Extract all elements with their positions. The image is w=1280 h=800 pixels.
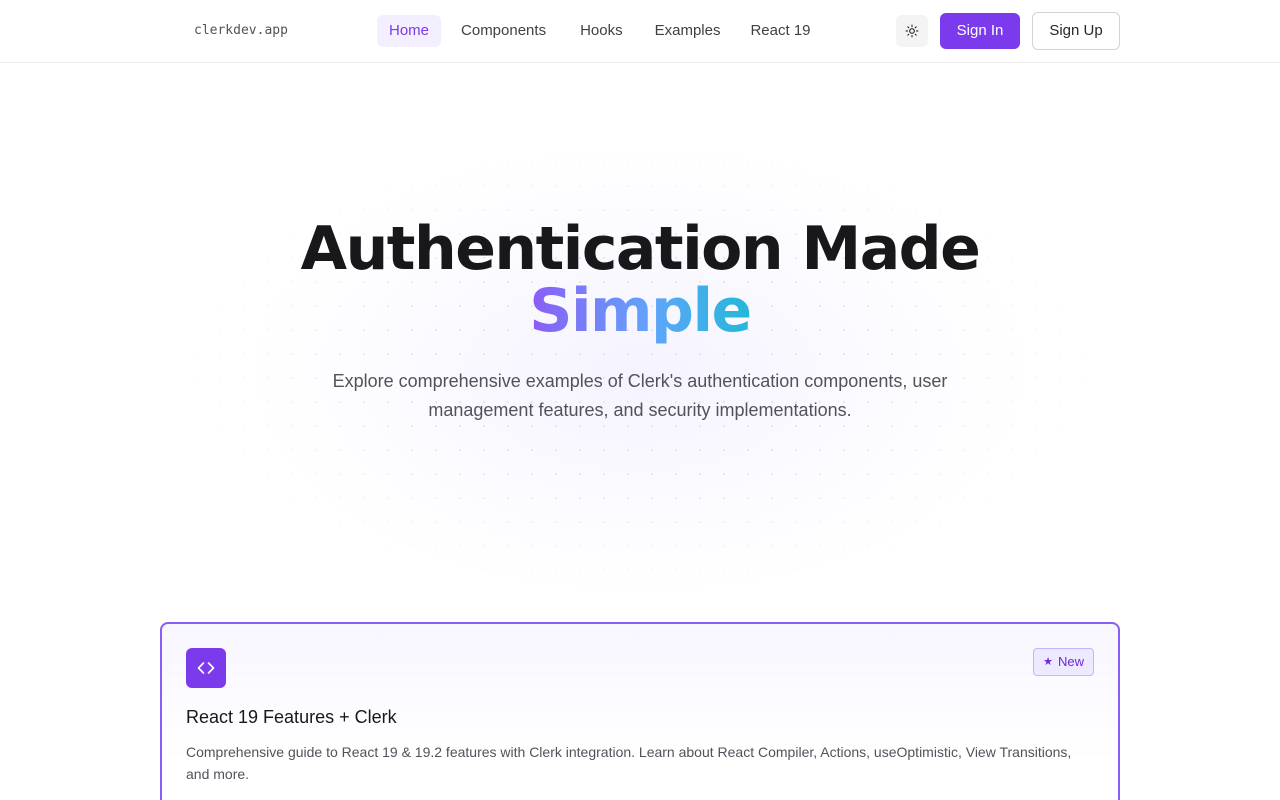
hero-title: Authentication Made Simple bbox=[0, 218, 1280, 342]
hero-title-line1: Authentication Made bbox=[300, 214, 981, 284]
sign-in-button[interactable]: Sign In bbox=[940, 13, 1020, 49]
sign-up-button[interactable]: Sign Up bbox=[1032, 12, 1120, 50]
sun-icon bbox=[905, 24, 919, 38]
nav-item-components[interactable]: Components bbox=[445, 15, 562, 47]
code-icon bbox=[197, 662, 215, 674]
main-nav: Home Components Hooks Examples React 19 bbox=[377, 15, 823, 47]
hero-dot-pattern bbox=[160, 126, 1120, 606]
hero-title-highlight: Simple bbox=[529, 276, 752, 346]
card-icon-box bbox=[186, 648, 226, 688]
card-description: Comprehensive guide to React 19 & 19.2 f… bbox=[186, 744, 1072, 782]
site-logo[interactable]: clerkdev.app bbox=[194, 23, 288, 38]
badge-label: New bbox=[1057, 654, 1084, 669]
nav-item-home[interactable]: Home bbox=[377, 15, 442, 47]
card-title: React 19 Features + Clerk bbox=[186, 707, 397, 727]
hero-subtitle: Explore comprehensive examples of Clerk'… bbox=[332, 371, 948, 420]
new-badge: ★ New bbox=[1033, 648, 1094, 676]
nav-item-react-19[interactable]: React 19 bbox=[738, 15, 822, 47]
feature-card-react-19[interactable]: ★ New React 19 Features + Clerk Comprehe… bbox=[160, 622, 1120, 800]
star-icon: ★ bbox=[1043, 656, 1053, 668]
nav-item-examples[interactable]: Examples bbox=[641, 15, 735, 47]
theme-toggle-button[interactable] bbox=[896, 15, 928, 47]
top-header: clerkdev.app Home Components Hooks Examp… bbox=[0, 0, 1280, 63]
nav-item-hooks[interactable]: Hooks bbox=[566, 15, 637, 47]
